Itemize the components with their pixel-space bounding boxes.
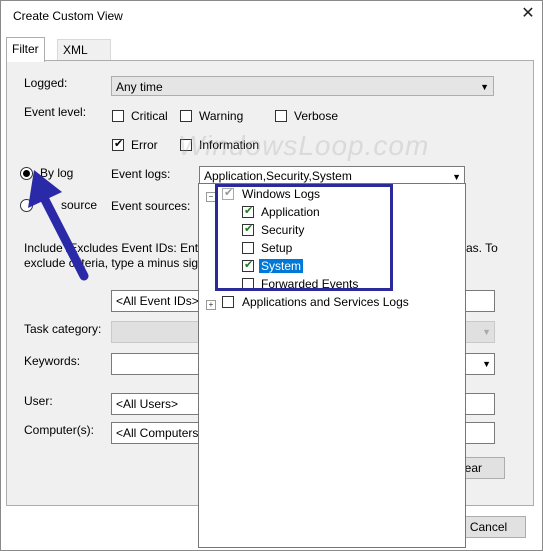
user-label: User: bbox=[24, 394, 53, 408]
verbose-checkbox[interactable] bbox=[275, 110, 287, 122]
tree-applications-and-services-logs[interactable]: Applications and Services Logs bbox=[242, 295, 409, 309]
event-logs-label: Event logs: bbox=[111, 167, 171, 181]
tab-filter[interactable]: Filter bbox=[6, 37, 45, 62]
window-title: Create Custom View bbox=[13, 9, 123, 23]
expand-icon[interactable]: + bbox=[206, 300, 216, 310]
warning-label: Warning bbox=[199, 109, 244, 123]
critical-label: Critical bbox=[131, 109, 168, 123]
chevron-down-icon: ▼ bbox=[482, 359, 491, 369]
computers-value: <All Computers bbox=[116, 426, 199, 440]
annotation-highlight-box bbox=[215, 184, 393, 291]
logged-select[interactable]: Any time ▼ bbox=[111, 76, 494, 96]
check-icon: ✔ bbox=[114, 138, 124, 150]
keywords-label: Keywords: bbox=[24, 354, 81, 368]
user-value: <All Users> bbox=[116, 397, 179, 411]
chevron-down-icon: ▼ bbox=[480, 82, 489, 92]
annotation-arrow-icon bbox=[28, 170, 89, 281]
event-level-label: Event level: bbox=[24, 105, 87, 119]
error-checkbox[interactable]: ✔ bbox=[112, 138, 124, 151]
chevron-down-icon: ▼ bbox=[482, 327, 491, 337]
computers-label: Computer(s): bbox=[24, 423, 95, 437]
event-ids-value: <All Event IDs> bbox=[116, 294, 199, 308]
event-sources-label: Event sources: bbox=[111, 199, 191, 213]
information-label: Information bbox=[199, 138, 260, 152]
logged-label: Logged: bbox=[24, 76, 68, 90]
information-checkbox[interactable] bbox=[180, 139, 192, 151]
tab-xml[interactable]: XML bbox=[57, 39, 111, 60]
task-category-label: Task category: bbox=[24, 322, 102, 336]
warning-checkbox[interactable] bbox=[180, 110, 192, 122]
event-logs-value: Application,Security,System bbox=[204, 169, 352, 183]
verbose-label: Verbose bbox=[294, 109, 339, 123]
event-ids-description-end: as. To bbox=[466, 241, 498, 255]
applications-services-checkbox[interactable] bbox=[222, 296, 234, 308]
error-label: Error bbox=[131, 138, 158, 152]
close-icon[interactable]: ✕ bbox=[517, 3, 539, 25]
logged-value: Any time bbox=[116, 80, 163, 94]
critical-checkbox[interactable] bbox=[112, 110, 124, 122]
arrow-shaft bbox=[35, 185, 89, 281]
